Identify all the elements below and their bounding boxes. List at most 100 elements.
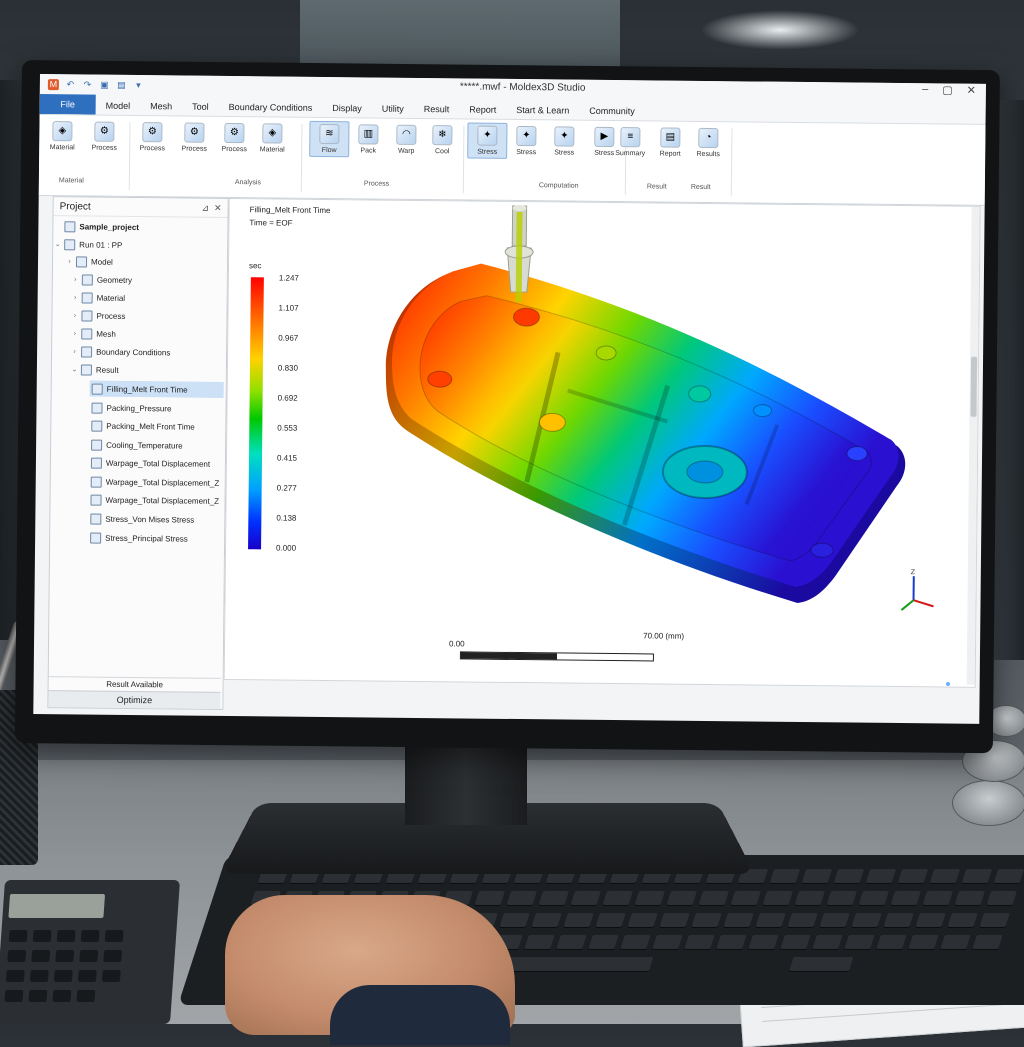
ribbon-separator (463, 125, 465, 193)
tab-tool[interactable]: Tool (182, 101, 219, 115)
tab-boundary-conditions[interactable]: Boundary Conditions (219, 102, 323, 117)
chevron-down-icon[interactable]: ⌄ (53, 240, 62, 248)
scrollbar-thumb[interactable] (970, 357, 977, 417)
tree-item-stress-principal[interactable]: Stress_Principal Stress (88, 530, 188, 547)
mesh-icon (81, 328, 92, 339)
tab-start-learn[interactable]: Start & Learn (506, 105, 579, 120)
tab-utility[interactable]: Utility (372, 103, 414, 117)
colorbar-unit: sec (249, 261, 262, 270)
material-button[interactable]: ◈ Material (43, 121, 81, 151)
warp-button[interactable]: ◠ Warp (387, 125, 425, 155)
tree-item-result[interactable]: ⌄ Result (70, 361, 119, 378)
stress-icon: ✦ (477, 126, 497, 146)
results-button[interactable]: ◔ Results (689, 128, 727, 158)
result-file-icon (90, 532, 101, 543)
chevron-right-icon[interactable]: › (70, 348, 79, 355)
tree-item-warpage-total-displacement-z[interactable]: Warpage_Total Displacement_Z (89, 474, 220, 491)
tree-item-boundary-conditions[interactable]: › Boundary Conditions (70, 343, 170, 360)
viewport-scrollbar[interactable] (967, 207, 980, 685)
tree-item-stress-von-mises[interactable]: Stress_Von Mises Stress (88, 511, 194, 528)
tree-item-geometry[interactable]: › Geometry (71, 271, 132, 288)
part-boss (753, 404, 771, 416)
undo-icon[interactable]: ↶ (65, 79, 76, 90)
flow-button[interactable]: ≋ Flow (309, 121, 349, 157)
result-viewport[interactable]: Filling_Melt Front Time Time = EOF sec 1… (224, 198, 981, 688)
chevron-down-icon[interactable]: ⌄ (70, 365, 79, 373)
group-process: Process (364, 180, 389, 187)
tree-item-process[interactable]: › Process (70, 307, 125, 324)
warp-icon: ◠ (396, 125, 416, 145)
stress-result-button[interactable]: ✦ Stress (507, 126, 545, 156)
chevron-right-icon[interactable]: › (71, 276, 80, 283)
project-panel: Project ⊿ ✕ Sample_project ⌄ Run 01 : PP… (47, 196, 228, 710)
calculator (0, 880, 180, 1024)
stress-result-icon: ✦ (516, 126, 536, 146)
pin-icon[interactable]: ⊿ (201, 202, 209, 212)
process-wizard-icon: ⚙ (142, 122, 162, 142)
process-settings-button[interactable]: ⚙ Process (175, 122, 213, 152)
process-options-icon: ⚙ (224, 123, 244, 143)
close-icon[interactable]: ✕ (967, 84, 976, 97)
tree-item-warpage-total-displacement[interactable]: Warpage_Total Displacement (89, 455, 210, 472)
chevron-right-icon[interactable]: › (70, 312, 79, 319)
pack-icon: ▥ (358, 124, 378, 144)
tab-file[interactable]: File (40, 94, 96, 115)
redo-icon[interactable]: ↷ (82, 79, 93, 90)
process-wizard-button[interactable]: ⚙ Process (133, 122, 171, 152)
part-boss (689, 386, 711, 402)
chevron-right-icon[interactable]: › (71, 294, 80, 301)
tree-item-cooling-temperature[interactable]: Cooling_Temperature (89, 437, 183, 454)
group-material: Material (59, 177, 84, 184)
chevron-right-icon[interactable]: › (70, 330, 79, 337)
process-options-button[interactable]: ⚙ Process (215, 123, 253, 153)
stress-button[interactable]: ✦ Stress (467, 122, 507, 158)
pack-button[interactable]: ▥ Pack (349, 124, 387, 154)
tree-item-filling-melt-front-time[interactable]: Filling_Melt Front Time (90, 381, 224, 398)
tree-item-model[interactable]: › Model (65, 253, 113, 269)
material-wizard-button[interactable]: ◈ Material (253, 123, 291, 153)
cool-button[interactable]: ❄ Cool (423, 125, 461, 155)
optimize-button[interactable]: Optimize (48, 690, 220, 709)
tree-item-run[interactable]: ⌄ Run 01 : PP (53, 236, 122, 253)
part-boss (811, 543, 833, 557)
chevron-right-icon[interactable]: › (65, 258, 74, 265)
window-controls: – ▢ ✕ (922, 83, 976, 97)
tab-model[interactable]: Model (96, 101, 141, 115)
report-button[interactable]: ▤ Report (651, 127, 689, 157)
metal-part-bottom (952, 780, 1024, 826)
process-button[interactable]: ⚙ Process (85, 121, 123, 151)
stress-analysis-icon: ✦ (554, 126, 574, 146)
tree-item-packing-melt-front-time[interactable]: Packing_Melt Front Time (89, 418, 195, 435)
result-file-icon (90, 513, 101, 524)
tree-item-mesh[interactable]: › Mesh (70, 325, 116, 341)
customize-toolbar-icon[interactable]: ▾ (133, 79, 144, 90)
group-analysis: Analysis (235, 179, 261, 186)
material-icon: ◈ (52, 121, 72, 141)
restore-icon[interactable]: ▢ (942, 83, 953, 96)
result-file-icon (91, 402, 102, 413)
part-boss (596, 346, 616, 360)
power-indicator (946, 682, 950, 686)
tree-item-warpage-total-displacement-z-2[interactable]: Warpage_Total Displacement_Z (88, 492, 219, 509)
stress-analysis-button[interactable]: ✦ Stress (545, 126, 583, 156)
tab-display[interactable]: Display (322, 103, 372, 118)
tab-community[interactable]: Community (579, 106, 645, 121)
molded-part-model[interactable] (365, 200, 930, 646)
tree-item-material[interactable]: › Material (71, 289, 126, 306)
close-panel-icon[interactable]: ✕ (214, 202, 222, 212)
save-icon[interactable]: ▣ (99, 79, 110, 90)
tab-report[interactable]: Report (459, 104, 506, 118)
window-title: *****.mwf - Moldex3D Studio (460, 81, 586, 93)
tab-result[interactable]: Result (414, 104, 460, 118)
colorbar-tick: 0.830 (278, 364, 298, 373)
part-boss (539, 413, 565, 431)
tree-item-packing-pressure[interactable]: Packing_Pressure (89, 400, 171, 417)
summary-button[interactable]: ≡ Summary (611, 127, 649, 157)
tree-item-project[interactable]: Sample_project (53, 218, 139, 235)
tab-mesh[interactable]: Mesh (140, 101, 182, 115)
minimize-icon[interactable]: – (922, 83, 928, 96)
colorbar-tick: 0.138 (276, 513, 296, 522)
process-icon: ⚙ (94, 122, 114, 142)
result-file-icon (91, 457, 102, 468)
open-icon[interactable]: ▤ (116, 79, 127, 90)
